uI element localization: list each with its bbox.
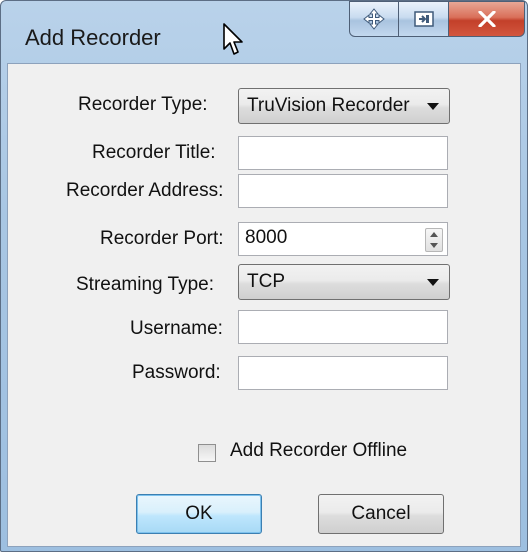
add-recorder-offline-label[interactable]: Add Recorder Offline [230, 440, 407, 462]
recorder-port-field[interactable]: 8000 [238, 222, 448, 256]
move-arrows-icon [363, 8, 385, 30]
title-bar[interactable]: Add Recorder [1, 1, 527, 63]
restore-button[interactable] [399, 1, 449, 37]
ok-button[interactable]: OK [136, 494, 262, 534]
add-recorder-offline-checkbox[interactable] [198, 444, 216, 462]
streaming-type-dropdown[interactable]: TCP [238, 264, 450, 300]
spin-down-icon[interactable] [430, 243, 438, 248]
recorder-address-field[interactable] [238, 174, 448, 208]
username-label: Username: [130, 318, 223, 339]
chevron-down-icon [427, 279, 439, 286]
restore-icon [413, 11, 434, 27]
cancel-button[interactable]: Cancel [318, 494, 444, 534]
recorder-address-label: Recorder Address: [66, 180, 224, 201]
window-title: Add Recorder [25, 25, 161, 50]
streaming-type-label: Streaming Type: [76, 274, 215, 295]
port-stepper[interactable] [425, 228, 443, 252]
recorder-type-dropdown[interactable]: TruVision Recorder [238, 88, 450, 124]
close-button[interactable] [449, 1, 525, 37]
chevron-down-icon [427, 103, 439, 110]
username-field[interactable] [238, 310, 448, 344]
caption-buttons [349, 1, 525, 39]
recorder-title-field[interactable] [238, 136, 448, 170]
recorder-type-value: TruVision Recorder [247, 95, 410, 116]
close-icon [477, 11, 496, 27]
streaming-type-value: TCP [247, 271, 285, 292]
recorder-type-label: Recorder Type: [78, 94, 208, 115]
password-label: Password: [132, 362, 221, 383]
recorder-port-label: Recorder Port: [100, 228, 224, 249]
recorder-port-value: 8000 [245, 227, 288, 248]
password-field[interactable] [238, 356, 448, 390]
dialog-body: Recorder Type: TruVision Recorder Record… [7, 63, 521, 547]
add-recorder-dialog: Add Recorder Recorder Type: TruVision Re… [0, 0, 528, 552]
move-button[interactable] [349, 1, 399, 37]
spin-up-icon[interactable] [430, 232, 438, 237]
recorder-title-label: Recorder Title: [92, 142, 216, 163]
mouse-cursor-icon [223, 23, 243, 55]
